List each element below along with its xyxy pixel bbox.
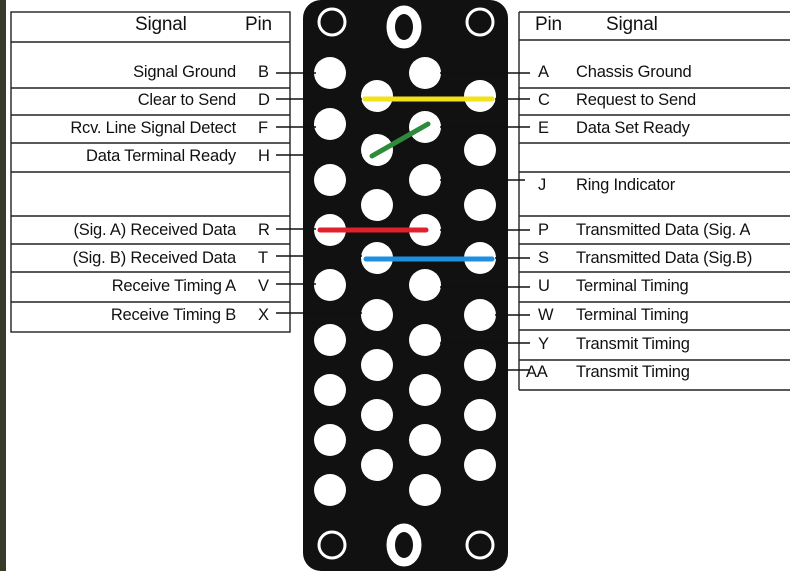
pin — [409, 374, 441, 406]
right-signal-label: Request to Send — [576, 91, 696, 109]
pin — [464, 134, 496, 166]
right-header-signal: Signal — [606, 14, 658, 35]
pin — [464, 189, 496, 221]
pin — [361, 349, 393, 381]
right-signal-label: Terminal Timing — [576, 306, 689, 324]
right-signal-label: Ring Indicator — [576, 176, 676, 194]
right-signal-label: Chassis Ground — [576, 63, 692, 81]
right-signal-label: Transmitted Data (Sig.B) — [576, 249, 753, 267]
left-signal-label: Receive Timing B — [110, 306, 236, 324]
left-pin-label: T — [258, 249, 268, 267]
pin — [464, 399, 496, 431]
left-signal-label: Clear to Send — [137, 91, 236, 109]
pin — [314, 374, 346, 406]
right-signal-label: Data Set Ready — [576, 119, 690, 137]
mount-hole-top-right — [465, 7, 495, 37]
right-pin-label: A — [538, 63, 549, 81]
left-pin-label: D — [258, 91, 270, 109]
pin — [464, 449, 496, 481]
right-signal-label: Transmitted Data (Sig. A — [576, 221, 751, 239]
right-header-pin: Pin — [535, 14, 562, 35]
mount-hole-bottom-right — [465, 530, 495, 560]
right-signal-label: Transmit Timing — [576, 335, 690, 353]
pin — [409, 474, 441, 506]
pin — [314, 164, 346, 196]
pin — [464, 349, 496, 381]
pin — [361, 134, 393, 166]
pin — [409, 424, 441, 456]
right-pin-label: C — [538, 91, 550, 109]
left-pin-label: V — [258, 277, 269, 295]
right-pin-label: Y — [538, 335, 549, 353]
pin — [314, 108, 346, 140]
mount-hole-top-left — [317, 7, 347, 37]
pin — [314, 424, 346, 456]
pin — [361, 299, 393, 331]
pin — [409, 57, 441, 89]
pin — [361, 189, 393, 221]
left-signal-label: Signal Ground — [133, 63, 236, 81]
pin — [361, 449, 393, 481]
right-pin-label: U — [538, 277, 550, 295]
pin — [409, 324, 441, 356]
left-pin-label: X — [258, 306, 269, 324]
left-header-pin: Pin — [245, 14, 272, 35]
mount-hole-bottom-left — [317, 530, 347, 560]
left-signal-label: Data Terminal Ready — [86, 147, 236, 165]
right-pin-label: S — [538, 249, 549, 267]
pin — [314, 269, 346, 301]
pin — [409, 164, 441, 196]
pin — [314, 324, 346, 356]
left-header-signal: Signal — [135, 14, 187, 35]
left-signal-label: Rcv. Line Signal Detect — [70, 119, 236, 137]
left-pin-label: B — [258, 63, 269, 81]
left-pin-label: F — [258, 119, 268, 137]
pin — [464, 299, 496, 331]
right-pin-label: W — [538, 306, 554, 324]
pin — [464, 80, 496, 112]
left-signal-label: (Sig. A) Received Data — [73, 221, 236, 239]
pin — [409, 269, 441, 301]
pin — [314, 474, 346, 506]
left-signal-label: (Sig. B) Received Data — [72, 249, 237, 267]
right-signal-label: Transmit Timing — [576, 363, 690, 381]
right-signal-label: Terminal Timing — [576, 277, 689, 295]
right-pin-label: E — [538, 119, 549, 137]
pin — [314, 57, 346, 89]
pin — [361, 399, 393, 431]
left-signal-label: Receive Timing A — [111, 277, 236, 295]
right-pin-label: P — [538, 221, 549, 239]
right-pin-label: AA — [526, 363, 548, 381]
pin — [361, 80, 393, 112]
right-pin-label: J — [538, 176, 547, 194]
left-pin-label: R — [258, 221, 270, 239]
left-pin-label: H — [258, 147, 270, 165]
